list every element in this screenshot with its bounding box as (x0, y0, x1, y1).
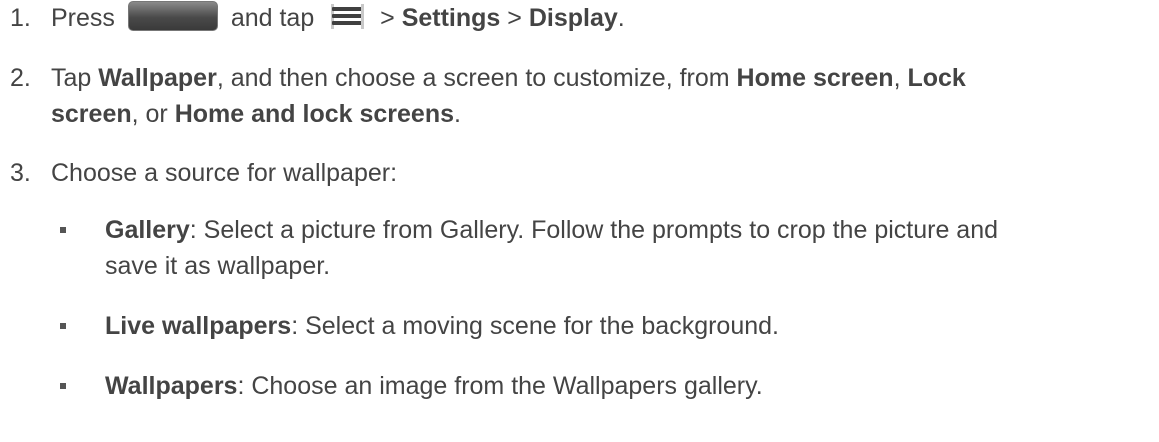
bullet-icon (60, 227, 66, 233)
step-text-and-tap: and tap (230, 4, 315, 32)
option-line: Gallery: Select a picture from Gallery. … (105, 212, 1159, 248)
lock-screen-label-part2: screen (51, 100, 132, 128)
step-text-press: Press (51, 4, 115, 32)
step-number: 2. (10, 64, 31, 92)
instructions: 1. Press and tap > Settings > Display. 2… (0, 0, 1159, 442)
step-text-tap: Tap (51, 64, 92, 92)
period: . (617, 4, 625, 32)
separator: > (507, 4, 522, 32)
step-number: 1. (10, 4, 31, 32)
step-line: screen, or Home and lock screens. (51, 96, 1151, 132)
bullet-icon (60, 323, 66, 329)
settings-label: Settings (401, 4, 501, 32)
lock-screen-label-part1: Lock (907, 64, 966, 92)
home-key-icon (127, 1, 218, 32)
step-text-or: , or (131, 100, 168, 128)
comma: , (893, 64, 901, 92)
option-description: : Select a moving scene for the backgrou… (291, 312, 779, 340)
home-and-lock-label: Home and lock screens (174, 100, 454, 128)
menu-icon (327, 1, 367, 31)
option-label: Gallery (105, 216, 190, 244)
display-label: Display (528, 4, 618, 32)
home-screen-label: Home screen (736, 64, 894, 92)
option-text: Live wallpapers: Select a moving scene f… (105, 308, 1159, 344)
separator: > (380, 4, 395, 32)
step-number: 3. (10, 159, 31, 187)
bullet-icon (60, 383, 66, 389)
step-text: Choose a source for wallpaper: (51, 159, 398, 187)
option-text: Gallery: Select a picture from Gallery. … (105, 212, 1159, 284)
step-text: Press and tap > Settings > Display. (51, 0, 1151, 36)
option-description: : Select a picture from Gallery. Follow … (189, 216, 999, 244)
wallpaper-label: Wallpaper (98, 64, 217, 92)
step-text: Tap Wallpaper, and then choose a screen … (51, 60, 1151, 132)
option-description: : Choose an image from the Wallpapers ga… (237, 372, 763, 400)
option-label: Live wallpapers (105, 312, 292, 340)
step-text-middle: , and then choose a screen to customize,… (216, 64, 730, 92)
step-line: Tap Wallpaper, and then choose a screen … (51, 60, 1151, 96)
period: . (454, 100, 461, 128)
option-label: Wallpapers (105, 372, 238, 400)
option-line: save it as wallpaper. (105, 252, 331, 280)
option-text: Wallpapers: Choose an image from the Wal… (105, 368, 1159, 404)
